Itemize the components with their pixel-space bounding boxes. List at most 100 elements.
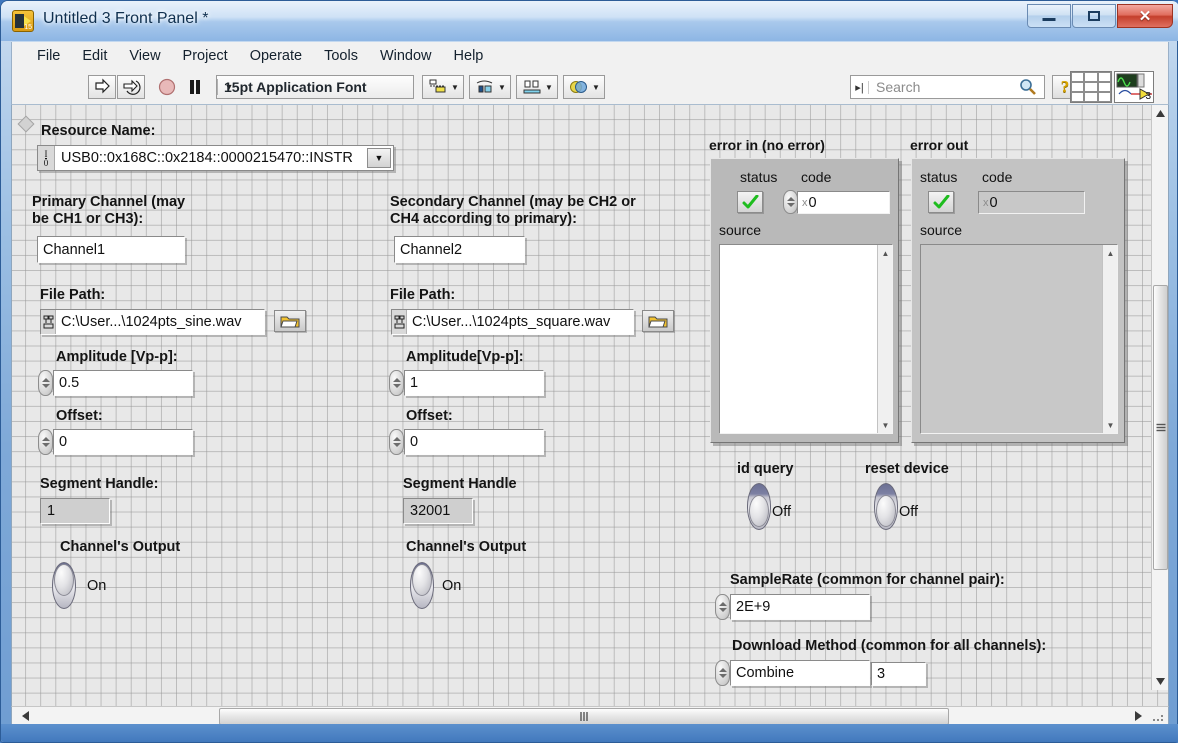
menu-item-project[interactable]: Project <box>172 45 239 67</box>
error-in-status-led[interactable] <box>737 191 763 213</box>
reorder-button[interactable]: ▼ <box>563 75 605 99</box>
primary-channel-input[interactable]: Channel1 <box>37 236 185 263</box>
distribute-objects-icon <box>474 78 496 96</box>
align-objects-button[interactable]: ▼ <box>422 75 464 99</box>
secondary-amplitude-spinner[interactable] <box>389 370 404 396</box>
scroll-up-icon[interactable]: ▲ <box>1103 246 1118 260</box>
panel-horizontal-scrollbar[interactable] <box>11 706 1169 725</box>
vi-icon-large[interactable]: 3 <box>1114 71 1154 103</box>
pause-button[interactable] <box>182 75 208 99</box>
resource-name-dropdown-button[interactable]: ▼ <box>367 148 391 168</box>
resize-grip-icon[interactable] <box>1153 711 1165 723</box>
maximize-button[interactable] <box>1072 4 1116 28</box>
secondary-output-toggle[interactable] <box>410 562 434 609</box>
error-in-source-scrollbar[interactable]: ▲ ▼ <box>877 245 892 433</box>
download-method-value: Combine <box>731 665 794 681</box>
error-in-source-label: source <box>719 222 761 238</box>
error-in-source-input[interactable]: ▲ ▼ <box>719 244 893 434</box>
chevron-down-icon <box>1156 678 1165 685</box>
primary-segment-handle-indicator: 1 <box>40 498 110 524</box>
labview-vi-icon: 15 <box>12 10 34 32</box>
abort-execution-button[interactable] <box>154 75 180 99</box>
folder-icon <box>647 314 669 329</box>
sample-rate-value: 2E+9 <box>731 599 770 615</box>
secondary-output-label: Channel's Output <box>406 539 526 556</box>
resource-name-value: USB0::0x168C::0x2184::0000215470::INSTR <box>55 150 367 166</box>
secondary-channel-input[interactable]: Channel2 <box>394 236 525 263</box>
scroll-right-button[interactable] <box>1129 707 1148 725</box>
scroll-up-button[interactable] <box>1152 105 1169 122</box>
io-glyph-top: I <box>44 150 49 158</box>
error-out-source-scrollbar[interactable]: ▲ ▼ <box>1102 245 1117 433</box>
secondary-amplitude-label: Amplitude[Vp-p]: <box>406 349 524 366</box>
id-query-state: Off <box>772 504 791 520</box>
error-out-cluster: status code x 0 source ▲ ▼ <box>911 158 1125 443</box>
run-continuously-button[interactable] <box>117 75 145 99</box>
secondary-segment-handle-value: 32001 <box>404 503 450 519</box>
download-method-numeric-indicator: 3 <box>871 662 926 686</box>
secondary-amplitude-input[interactable]: 1 <box>404 370 544 396</box>
error-in-code-input[interactable]: x 0 <box>797 191 890 214</box>
primary-amplitude-input[interactable]: 0.5 <box>53 370 193 396</box>
primary-offset-input[interactable]: 0 <box>53 429 193 455</box>
resize-objects-button[interactable]: ▼ <box>516 75 558 99</box>
primary-file-path-input[interactable]: C:\User...\1024pts_sine.wav <box>40 309 265 335</box>
id-query-label: id query <box>737 461 793 478</box>
font-selector[interactable]: 15pt Application Font ▼ <box>216 75 414 99</box>
sample-rate-input[interactable]: 2E+9 <box>730 594 870 620</box>
error-in-code-spinner[interactable] <box>783 190 798 214</box>
run-arrow-icon <box>89 76 115 98</box>
menu-item-operate[interactable]: Operate <box>239 45 313 67</box>
secondary-offset-spinner[interactable] <box>389 429 404 455</box>
scroll-left-button[interactable] <box>16 707 35 725</box>
scroll-down-button[interactable] <box>1152 673 1169 690</box>
front-panel-canvas[interactable]: Resource Name: I 0 USB0::0x168C::0x2184:… <box>11 105 1169 708</box>
primary-browse-button[interactable] <box>274 310 306 332</box>
error-out-source-indicator: ▲ ▼ <box>920 244 1118 434</box>
scroll-up-icon[interactable]: ▲ <box>878 246 893 260</box>
search-input[interactable]: ▸| Search <box>850 75 1045 99</box>
horizontal-scroll-thumb[interactable] <box>219 708 949 725</box>
reset-device-state: Off <box>899 504 918 520</box>
primary-output-toggle[interactable] <box>52 562 76 609</box>
error-in-title: error in (no error) <box>709 137 825 154</box>
download-method-input[interactable]: Combine <box>730 660 870 686</box>
menu-item-edit[interactable]: Edit <box>71 45 118 67</box>
connector-pane[interactable] <box>1070 71 1112 103</box>
error-out-code-indicator: x 0 <box>978 191 1085 214</box>
panel-vertical-scrollbar[interactable] <box>1151 105 1168 690</box>
id-query-toggle[interactable] <box>747 483 771 530</box>
primary-offset-spinner[interactable] <box>38 429 53 455</box>
scroll-down-icon[interactable]: ▼ <box>878 418 893 432</box>
search-icon <box>1016 77 1040 97</box>
secondary-offset-input[interactable]: 0 <box>404 429 544 455</box>
menu-item-window[interactable]: Window <box>369 45 443 67</box>
secondary-segment-handle-indicator: 32001 <box>403 498 473 524</box>
menu-item-view[interactable]: View <box>118 45 171 67</box>
minimize-button[interactable] <box>1027 4 1071 28</box>
reset-device-label: reset device <box>865 461 949 478</box>
close-button[interactable]: ✕ <box>1117 4 1173 28</box>
vertical-scroll-thumb[interactable] <box>1153 285 1168 570</box>
scroll-down-icon[interactable]: ▼ <box>1103 418 1118 432</box>
run-button[interactable] <box>88 75 116 99</box>
reset-device-toggle[interactable] <box>874 483 898 530</box>
menu-item-tools[interactable]: Tools <box>313 45 369 67</box>
run-continuously-icon <box>118 76 144 98</box>
window-title: Untitled 3 Front Panel * <box>43 10 208 28</box>
menu-item-file[interactable]: File <box>26 45 71 67</box>
secondary-file-path-input[interactable]: C:\User...\1024pts_square.wav <box>391 309 634 335</box>
grip-icon <box>580 712 589 721</box>
resource-name-label: Resource Name: <box>41 123 155 140</box>
sample-rate-spinner[interactable] <box>715 594 730 620</box>
menu-item-help[interactable]: Help <box>443 45 495 67</box>
secondary-offset-label: Offset: <box>406 408 453 425</box>
resource-name-combo[interactable]: I 0 USB0::0x168C::0x2184::0000215470::IN… <box>37 145 394 171</box>
distribute-objects-button[interactable]: ▼ <box>469 75 511 99</box>
primary-amplitude-spinner[interactable] <box>38 370 53 396</box>
error-out-source-label: source <box>920 222 962 238</box>
primary-output-label: Channel's Output <box>60 539 180 556</box>
download-method-spinner[interactable] <box>715 660 730 686</box>
primary-channel-value: Channel1 <box>38 242 105 258</box>
secondary-browse-button[interactable] <box>642 310 674 332</box>
